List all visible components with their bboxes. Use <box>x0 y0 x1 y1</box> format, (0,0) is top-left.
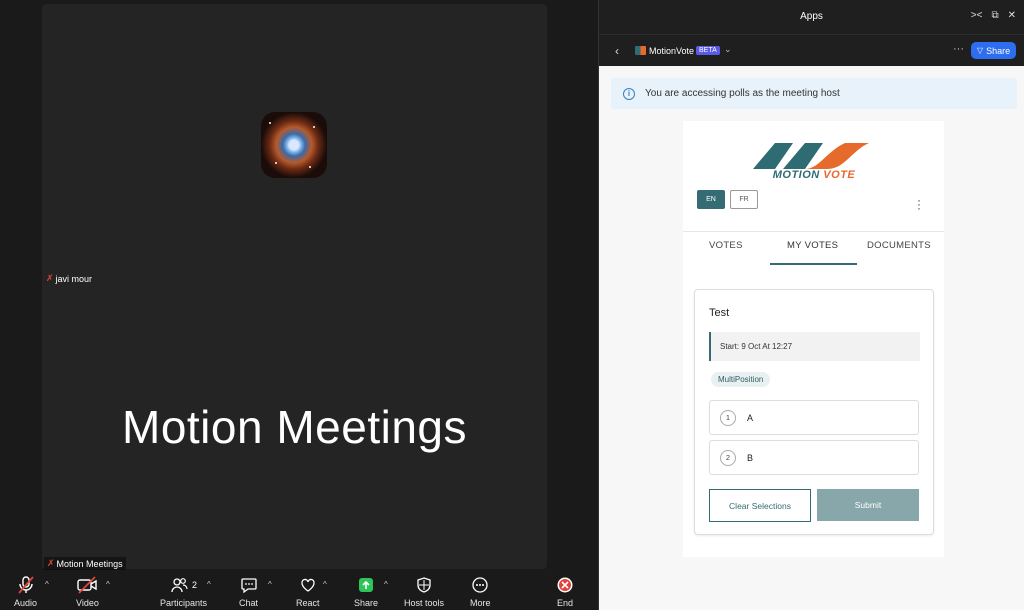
participants-options-chevron-icon[interactable]: ^ <box>207 580 211 589</box>
participant-avatar <box>261 112 327 178</box>
motionvote-card: MOTION VOTE EN FR · · · VOTES MY VOTES DOC… <box>683 121 944 557</box>
poll-card: Test Start: 9 Oct At 12:27 MultiPosition… <box>694 289 934 535</box>
participant-name: javi mour <box>55 273 93 284</box>
chat-options-chevron-icon[interactable]: ^ <box>268 580 272 589</box>
self-name-tag: ✗ Motion Meetings <box>44 557 126 570</box>
meeting-toolbar: Audio ^ Video ^ 2 Participants ^ Chat ^ … <box>0 572 598 610</box>
tab-votes[interactable]: VOTES <box>709 240 743 251</box>
participants-icon <box>171 578 188 593</box>
more-icon <box>471 572 489 598</box>
react-button[interactable]: React <box>296 572 320 608</box>
logo-word-vote: VOTE <box>823 169 856 181</box>
panel-header: Apps >< ⧉ ✕ <box>599 0 1024 34</box>
zoom-window: Motion Meetings ✗ javi mour ✗ Motion Mee… <box>0 0 1024 610</box>
video-off-icon <box>76 572 98 598</box>
option-number: 1 <box>720 409 736 426</box>
motionvote-app-icon <box>635 46 646 55</box>
host-tools-label: Host tools <box>404 598 445 608</box>
participants-count: 2 <box>192 580 198 590</box>
participants-label: Participants <box>160 598 208 608</box>
panel-window-controls: >< ⧉ ✕ <box>971 10 1016 21</box>
info-message: You are accessing polls as the meeting h… <box>645 88 840 99</box>
share-label: Share <box>354 598 379 608</box>
collapse-icon[interactable]: >< <box>971 10 983 21</box>
self-name: Motion Meetings <box>56 558 123 569</box>
more-options-icon[interactable]: ··· <box>953 43 964 55</box>
more-button[interactable]: More <box>470 572 491 608</box>
option-number: 2 <box>720 449 736 466</box>
kebab-menu-icon[interactable]: · · · <box>917 194 921 214</box>
video-tile[interactable]: Motion Meetings <box>42 4 547 569</box>
tab-my-votes[interactable]: MY VOTES <box>787 240 838 251</box>
beta-badge: BETA <box>696 46 720 55</box>
app-bar: ‹ MotionVote BETA ⌄ ··· ▽ Share <box>599 34 1024 66</box>
end-meeting-button[interactable]: End <box>556 572 574 608</box>
video-label: Video <box>76 598 99 608</box>
language-en-button[interactable]: EN <box>697 190 725 209</box>
share-screen-button[interactable]: Share <box>354 572 378 608</box>
back-chevron-icon[interactable]: ‹ <box>615 44 619 58</box>
chat-button[interactable]: Chat <box>239 572 258 608</box>
muted-mic-icon: ✗ <box>46 273 54 283</box>
video-options-chevron-icon[interactable]: ^ <box>106 580 110 589</box>
share-screen-icon <box>357 572 375 598</box>
share-app-button[interactable]: ▽ Share <box>971 42 1016 59</box>
active-tab-indicator <box>770 263 857 265</box>
host-info-banner: i You are accessing polls as the meeting… <box>611 78 1017 109</box>
app-chevron-down-icon[interactable]: ⌄ <box>724 44 732 55</box>
shield-icon <box>415 572 433 598</box>
tab-bar: VOTES MY VOTES DOCUMENTS <box>683 231 944 265</box>
close-icon[interactable]: ✕ <box>1008 10 1016 21</box>
participants-icon-group: 2 <box>170 572 197 598</box>
info-icon: i <box>623 87 635 100</box>
react-options-chevron-icon[interactable]: ^ <box>323 580 327 589</box>
end-icon <box>556 572 574 598</box>
share-app-label: Share <box>986 45 1011 56</box>
muted-mic-icon: ✗ <box>47 558 55 568</box>
language-fr-button[interactable]: FR <box>730 190 758 209</box>
poll-option[interactable]: 2 B <box>709 440 919 475</box>
pop-out-icon[interactable]: ⧉ <box>991 10 998 21</box>
option-label: A <box>747 412 754 423</box>
end-label: End <box>556 598 573 608</box>
react-label: React <box>296 598 320 608</box>
option-label: B <box>747 452 754 463</box>
heart-icon <box>299 572 317 598</box>
chat-label: Chat <box>239 598 259 608</box>
muted-microphone-icon <box>16 572 36 598</box>
logo-word-motion: MOTION <box>772 169 820 181</box>
more-label: More <box>470 598 491 608</box>
participant-display-name: Motion Meetings <box>122 401 467 453</box>
app-name[interactable]: MotionVote <box>649 46 694 56</box>
submit-button[interactable]: Submit <box>817 489 919 521</box>
clear-selections-button[interactable]: Clear Selections <box>709 489 811 522</box>
share-funnel-icon: ▽ <box>976 46 984 55</box>
panel-title: Apps <box>800 11 823 22</box>
participant-name-tag: ✗ javi mour <box>46 273 92 284</box>
app-content: i You are accessing polls as the meeting… <box>599 66 1024 610</box>
poll-title: Test <box>709 307 730 319</box>
tab-documents[interactable]: DOCUMENTS <box>867 240 931 251</box>
poll-type-chip: MultiPosition <box>711 372 771 387</box>
audio-options-chevron-icon[interactable]: ^ <box>45 580 49 589</box>
poll-option[interactable]: 1 A <box>709 400 919 435</box>
host-tools-button[interactable]: Host tools <box>404 572 444 608</box>
video-button[interactable]: Video <box>76 572 99 608</box>
chat-icon <box>240 572 258 598</box>
participants-button[interactable]: 2 Participants <box>160 572 207 608</box>
logo-wordmark: MOTION VOTE <box>751 169 877 181</box>
poll-start-time: Start: 9 Oct At 12:27 <box>709 332 920 361</box>
share-options-chevron-icon[interactable]: ^ <box>384 580 388 589</box>
audio-label: Audio <box>14 598 38 608</box>
meeting-area: Motion Meetings ✗ javi mour ✗ Motion Mee… <box>0 0 598 610</box>
apps-panel: Apps >< ⧉ ✕ ‹ MotionVote BETA ⌄ ··· ▽ Sh… <box>598 0 1024 610</box>
audio-button[interactable]: Audio <box>14 572 37 608</box>
